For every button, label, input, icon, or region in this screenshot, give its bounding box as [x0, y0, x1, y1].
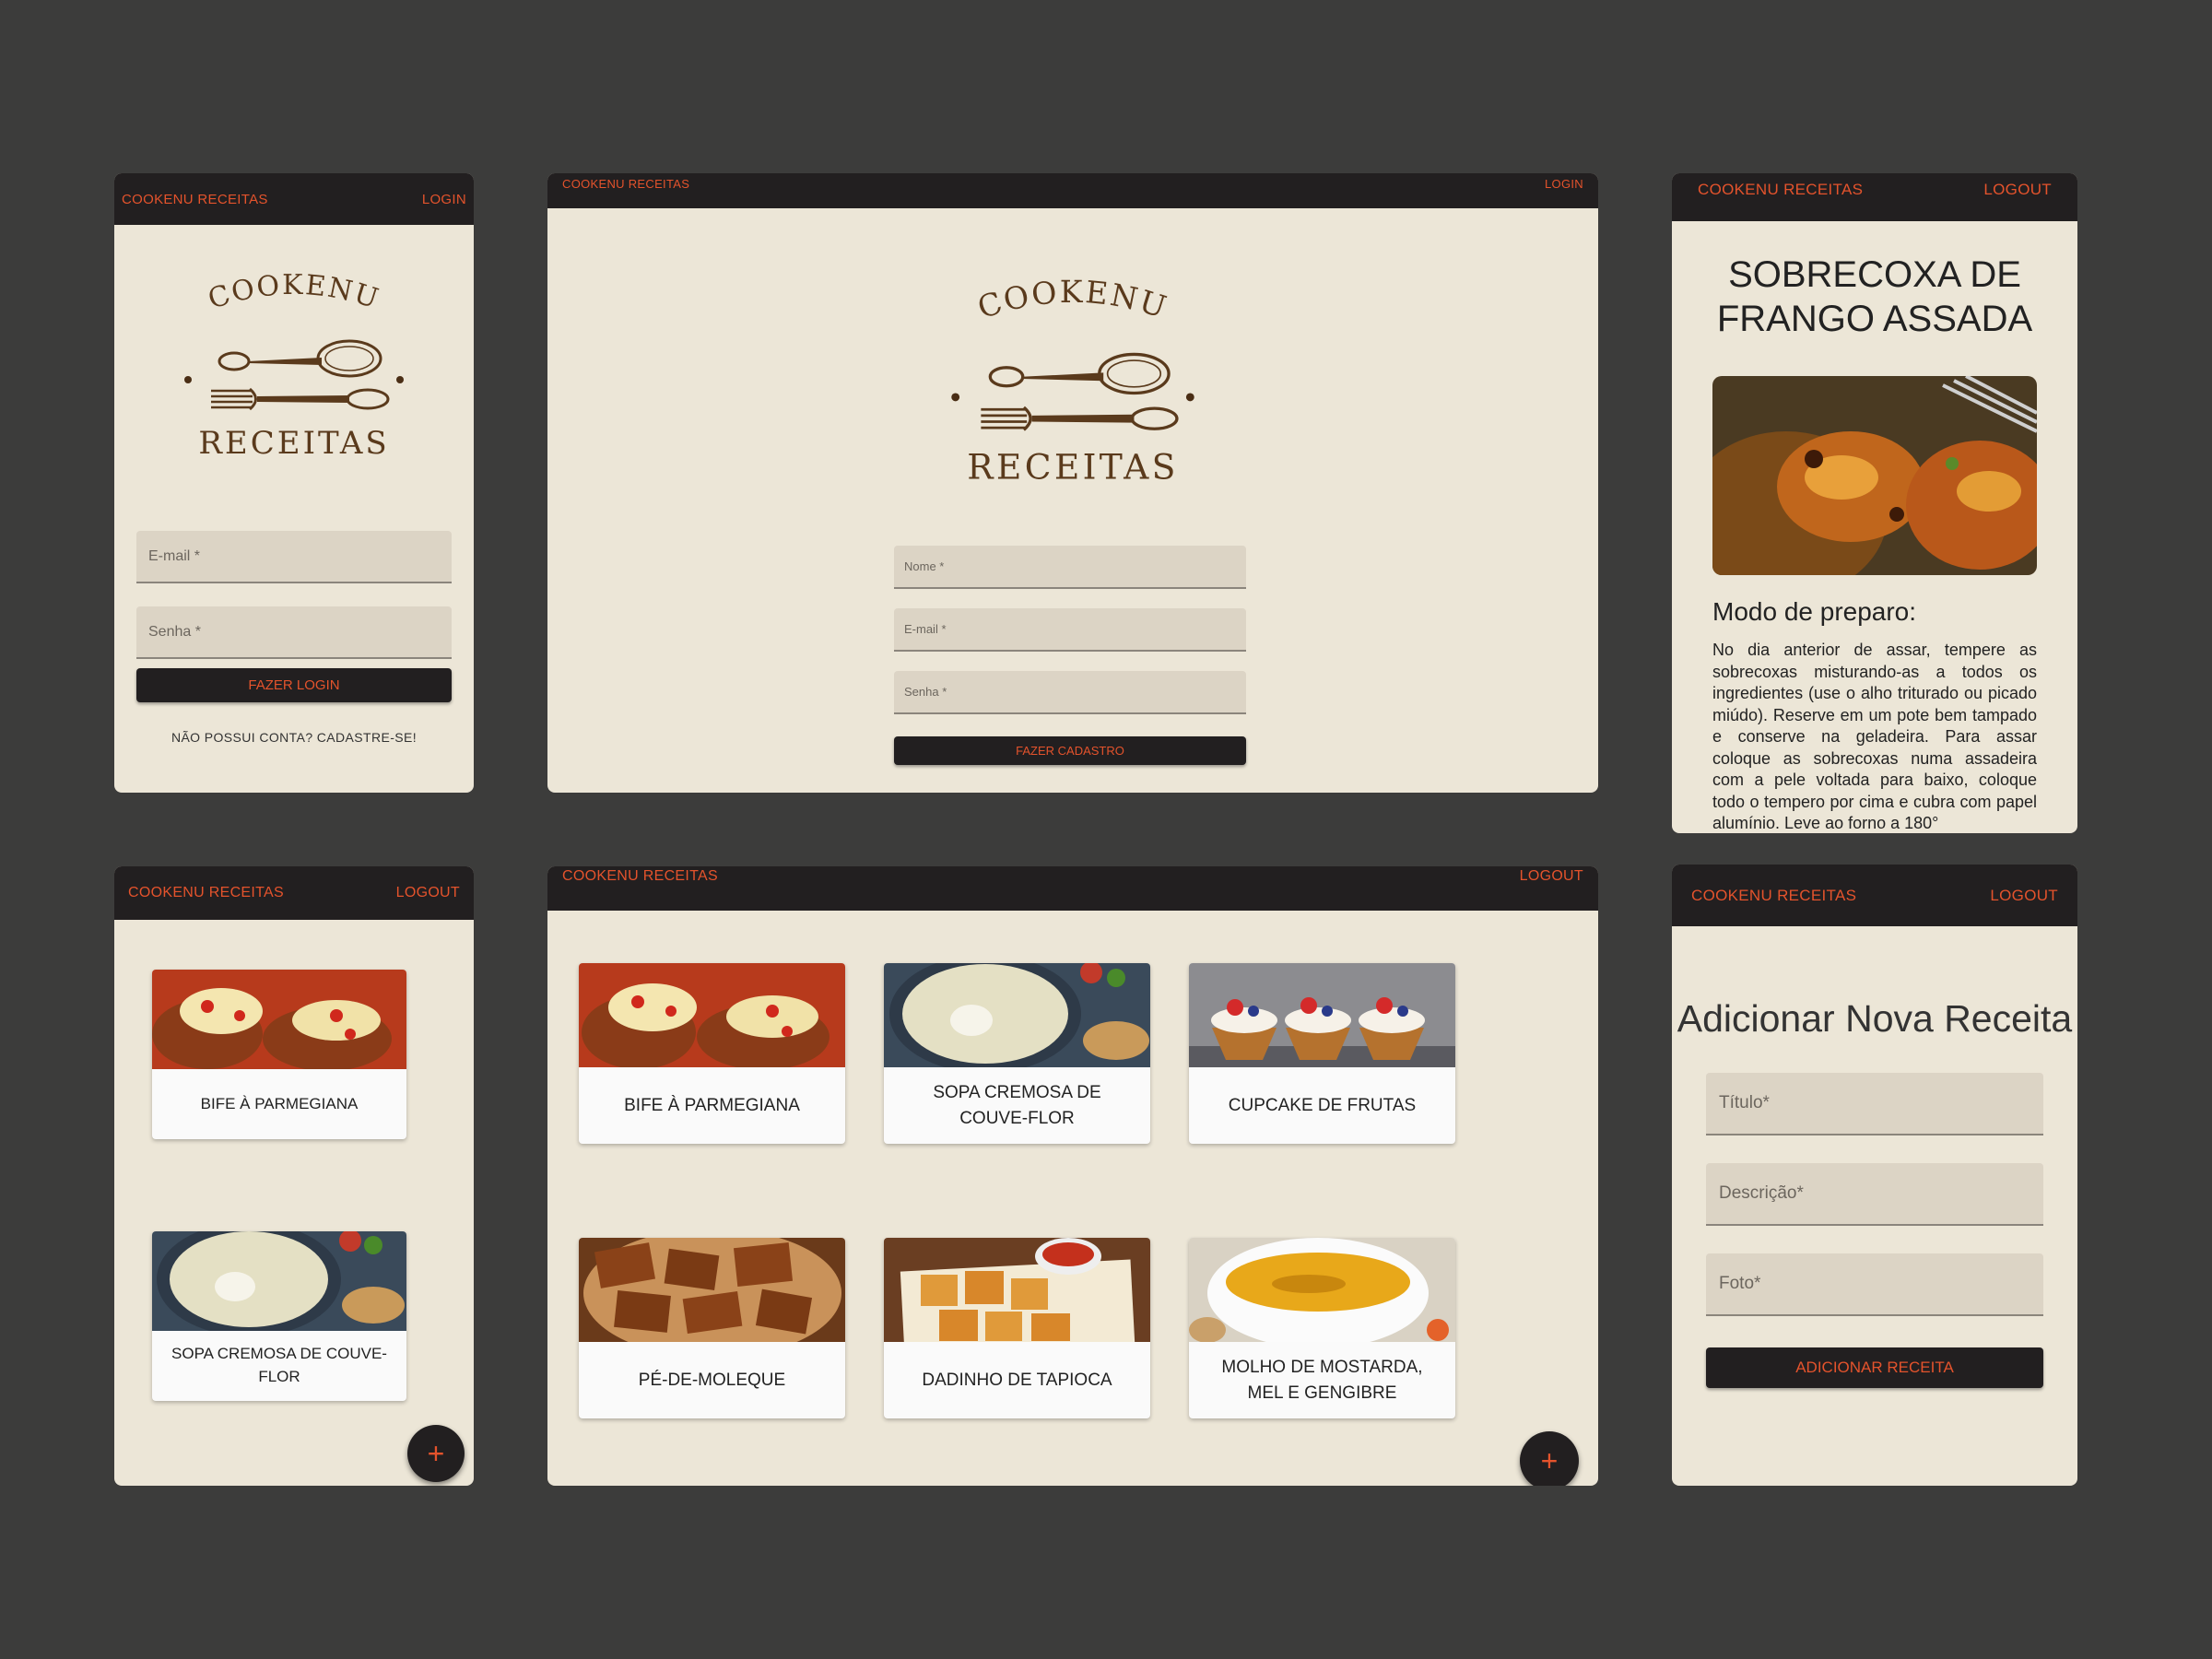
recipe-title: SOBRECOXA DE FRANGO ASSADA	[1716, 254, 2033, 339]
description-field[interactable]: Descrição*	[1706, 1163, 2043, 1226]
top-bar: COOKENU RECEITAS LOGOUT	[1672, 173, 2077, 221]
recipe-image	[579, 963, 845, 1067]
recipe-card-title: BIFE À PARMEGIANA	[200, 1094, 359, 1112]
recipe-card-title: BIFE À PARMEGIANA	[624, 1095, 800, 1115]
signup-button[interactable]: FAZER CADASTRO	[894, 736, 1246, 765]
recipe-card[interactable]: PÉ-DE-MOLEQUE	[579, 1238, 845, 1418]
brand-link[interactable]: COOKENU RECEITAS	[128, 885, 284, 901]
recipe-detail-screen: COOKENU RECEITAS LOGOUT SOBRECOXA DE FRA…	[1672, 173, 2077, 833]
top-bar: COOKENU RECEITAS LOGOUT	[1672, 865, 2077, 926]
brand-link[interactable]: COOKENU RECEITAS	[1698, 181, 1863, 199]
recipe-image	[152, 1231, 406, 1331]
logout-link[interactable]: LOGOUT	[396, 885, 460, 901]
top-bar: COOKENU RECEITAS LOGIN	[114, 173, 474, 225]
recipe-card[interactable]: SOPA CREMOSA DE COUVE-FLOR	[884, 963, 1150, 1144]
add-recipe-fab[interactable]: +	[1520, 1431, 1579, 1486]
photo-placeholder: Foto*	[1719, 1274, 1761, 1293]
recipe-card[interactable]: MOLHO DE MOSTARDA, MEL E GENGIBRE	[1189, 1238, 1455, 1418]
email-field[interactable]: E-mail *	[894, 608, 1246, 652]
email-placeholder: E-mail *	[904, 622, 947, 636]
password-field[interactable]: Senha *	[894, 671, 1246, 714]
recipe-card-title: SOPA CREMOSA DE COUVE-FLOR	[933, 1082, 1101, 1128]
cookenu-logo	[949, 272, 1196, 489]
recipe-card-title: MOLHO DE MOSTARDA, MEL E GENGIBRE	[1221, 1357, 1423, 1403]
brand-link[interactable]: COOKENU RECEITAS	[562, 868, 718, 885]
photo-field[interactable]: Foto*	[1706, 1253, 2043, 1316]
brand-link[interactable]: COOKENU RECEITAS	[1691, 887, 1856, 905]
brand-link[interactable]: COOKENU RECEITAS	[562, 177, 689, 191]
logout-link[interactable]: LOGOUT	[1990, 887, 2058, 905]
top-bar: COOKENU RECEITAS LOGOUT	[547, 866, 1598, 911]
password-placeholder: Senha *	[904, 685, 947, 699]
brand-link[interactable]: COOKENU RECEITAS	[122, 192, 268, 207]
login-link[interactable]: LOGIN	[422, 192, 466, 207]
login-mobile-screen: COOKENU RECEITAS LOGIN E-mail * Senha * …	[114, 173, 474, 793]
title-field[interactable]: Título*	[1706, 1073, 2043, 1135]
recipe-image	[884, 1238, 1150, 1342]
add-recipe-fab[interactable]: +	[407, 1425, 465, 1482]
plus-icon: +	[1540, 1443, 1559, 1477]
recipe-image	[152, 970, 406, 1069]
add-recipe-button[interactable]: ADICIONAR RECEITA	[1706, 1347, 2043, 1388]
recipe-image	[1189, 1238, 1455, 1342]
recipe-card-title: DADINHO DE TAPIOCA	[922, 1370, 1112, 1390]
recipe-card[interactable]: BIFE À PARMEGIANA	[579, 963, 845, 1144]
name-placeholder: Nome *	[904, 559, 945, 573]
recipe-image	[579, 1238, 845, 1342]
login-link[interactable]: LOGIN	[1545, 177, 1583, 191]
add-recipe-screen: COOKENU RECEITAS LOGOUT Adicionar Nova R…	[1672, 865, 2077, 1486]
title-placeholder: Título*	[1719, 1093, 1770, 1112]
top-bar: COOKENU RECEITAS LOGOUT	[114, 866, 474, 920]
page-title: Adicionar Nova Receita	[1677, 997, 2073, 1040]
cookenu-logo	[182, 267, 406, 464]
plus-icon: +	[427, 1436, 445, 1470]
recipe-card[interactable]: BIFE À PARMEGIANA	[152, 970, 406, 1139]
recipe-card[interactable]: CUPCAKE DE FRUTAS	[1189, 963, 1455, 1144]
recipe-card[interactable]: SOPA CREMOSA DE COUVE-FLOR	[152, 1231, 406, 1401]
signup-desktop-screen: COOKENU RECEITAS LOGIN Nome * E-mail * S…	[547, 173, 1598, 793]
recipe-image	[884, 963, 1150, 1067]
recipe-image	[1189, 963, 1455, 1067]
logout-link[interactable]: LOGOUT	[1520, 868, 1583, 885]
email-field[interactable]: E-mail *	[136, 531, 452, 583]
feed-mobile-screen: COOKENU RECEITAS LOGOUT BIFE À PARMEGIAN…	[114, 866, 474, 1486]
recipe-card-title: CUPCAKE DE FRUTAS	[1228, 1095, 1417, 1115]
name-field[interactable]: Nome *	[894, 546, 1246, 589]
logout-link[interactable]: LOGOUT	[1983, 181, 2052, 199]
feed-desktop-screen: COOKENU RECEITAS LOGOUT BIFE À PARMEGIAN…	[547, 866, 1598, 1486]
signup-link[interactable]: NÃO POSSUI CONTA? CADASTRE-SE!	[114, 730, 474, 745]
recipe-card-title: PÉ-DE-MOLEQUE	[638, 1370, 786, 1390]
recipe-photo	[1712, 376, 2037, 575]
password-placeholder: Senha *	[148, 623, 201, 640]
password-field[interactable]: Senha *	[136, 606, 452, 659]
email-placeholder: E-mail *	[148, 547, 201, 564]
description-placeholder: Descrição*	[1719, 1183, 1804, 1203]
recipe-card-title: SOPA CREMOSA DE COUVE-FLOR	[171, 1345, 387, 1385]
login-button[interactable]: FAZER LOGIN	[136, 668, 452, 702]
section-heading: Modo de preparo:	[1712, 597, 1917, 626]
recipe-card[interactable]: DADINHO DE TAPIOCA	[884, 1238, 1150, 1418]
top-bar: COOKENU RECEITAS LOGIN	[547, 173, 1598, 208]
recipe-instructions: No dia anterior de assar, tempere as sob…	[1712, 641, 2037, 832]
